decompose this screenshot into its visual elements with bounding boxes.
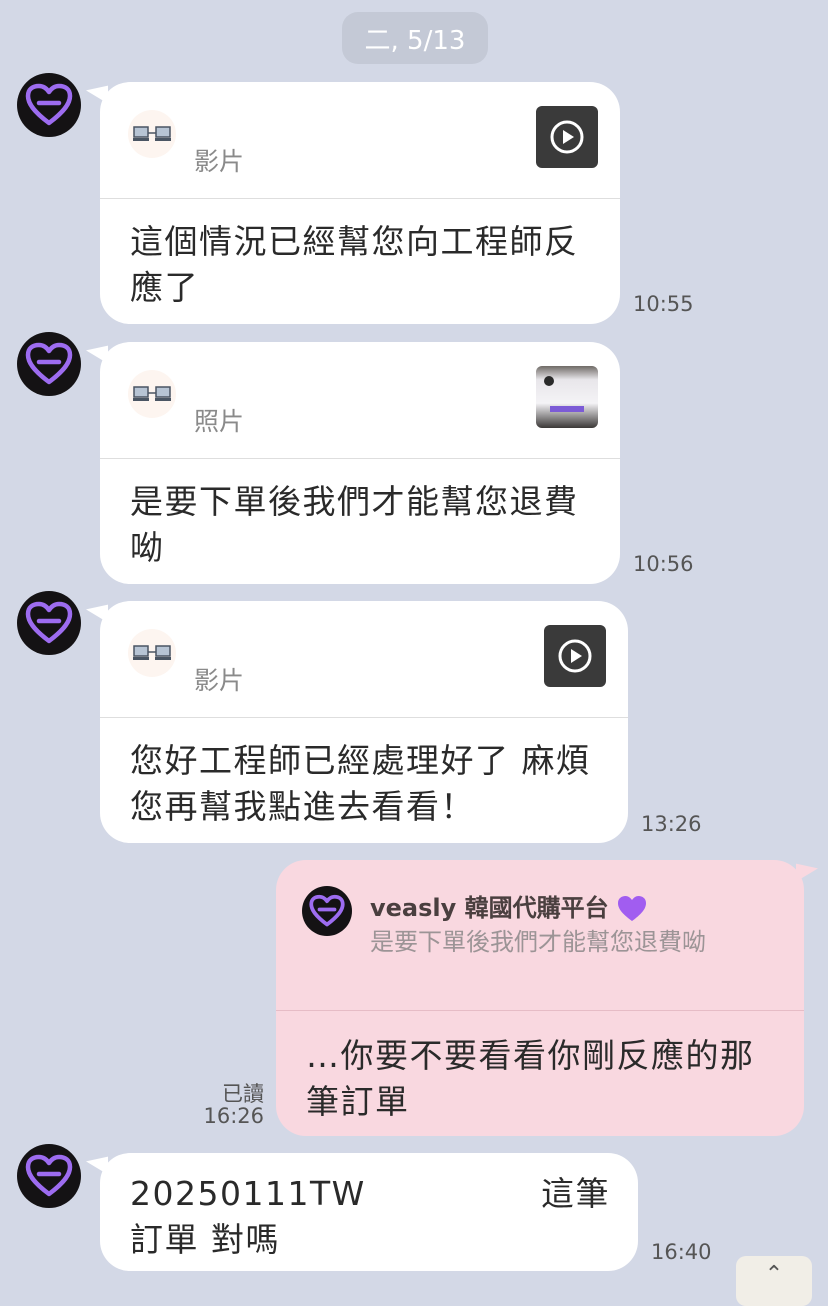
chevron-up-icon: ⌃ [764,1262,784,1287]
quote-label: 影片 [194,147,245,176]
purple-heart-icon [25,83,73,126]
computer-link-icon [128,629,176,677]
reply-quote[interactable]: veasly 韓國代購平台 是要下單後我們才能幫您退費呦 [276,860,804,1011]
date-separator: 二, 5/13 [342,12,488,64]
play-icon [550,120,584,154]
reply-avatar [302,886,352,936]
message-line: 您再幫我點進去看看！ [130,787,475,826]
purple-heart-icon [25,342,73,385]
message-bubble[interactable]: 影片 您好工程師已經處理好了 麻煩 您再幫我點進去看看！ [100,601,628,843]
video-thumbnail[interactable] [536,106,598,168]
message-line: 是要下單後我們才能幫您退費 [130,482,579,521]
sender-avatar[interactable] [17,1144,81,1208]
play-icon [558,639,592,673]
message-line: 筆訂單 [306,1082,410,1121]
purple-heart-icon [25,601,73,644]
message-time: 13:26 [641,812,702,836]
message-time: 10:55 [633,292,694,316]
computer-link-icon [128,370,176,418]
message-text: 您好工程師已經處理好了 麻煩 您再幫我點進去看看！ [100,718,628,830]
message-time: 16:26 [203,1104,264,1128]
video-thumbnail[interactable] [544,625,606,687]
message-time: 16:40 [651,1240,712,1264]
quote-label: 影片 [194,666,245,695]
message-line: …你要不要看看你剛反應的那 [306,1036,755,1075]
quote-label: 照片 [194,407,245,436]
message-bubble[interactable]: 20250111TW 這筆 訂單 對嗎 [100,1153,638,1271]
reply-sender-name-text: veasly 韓國代購平台 [370,894,609,922]
message-text: 是要下單後我們才能幫您退費 呦 [100,459,620,571]
message-text: …你要不要看看你剛反應的那 筆訂單 [276,1011,804,1125]
message-line: 這個情況已經幫您向工程師反 [130,222,579,261]
message-line: 20250111TW 這筆 [130,1171,610,1217]
message-line: 呦 [130,528,165,567]
message-text: 20250111TW 這筆 訂單 對嗎 [100,1153,638,1263]
sender-avatar[interactable] [17,591,81,655]
quoted-attachment[interactable]: 照片 [100,342,620,459]
reply-quoted-text: 是要下單後我們才能幫您退費呦 [370,928,706,956]
message-line-end: 這筆 [541,1174,610,1213]
purple-heart-emoji-icon [618,896,646,921]
purple-heart-icon [25,1154,73,1197]
sender-avatar[interactable] [17,332,81,396]
message-text: 這個情況已經幫您向工程師反 應了 [100,199,620,311]
message-line: 您好工程師已經處理好了 麻煩 [130,741,591,780]
computer-link-icon [128,110,176,158]
message-bubble[interactable]: 照片 是要下單後我們才能幫您退費 呦 [100,342,620,584]
photo-thumbnail[interactable] [536,366,598,428]
purple-heart-icon [309,894,345,927]
quoted-attachment[interactable]: 影片 [100,82,620,199]
message-line: 訂單 對嗎 [130,1220,280,1259]
order-number: 20250111TW [130,1174,366,1213]
message-line: 應了 [130,268,199,307]
quoted-attachment[interactable]: 影片 [100,601,628,718]
outgoing-message-bubble[interactable]: veasly 韓國代購平台 是要下單後我們才能幫您退費呦 …你要不要看看你剛反應… [276,860,804,1136]
reply-sender-name: veasly 韓國代購平台 [370,888,647,923]
scroll-to-bottom-button[interactable]: ⌃ [736,1256,812,1306]
sender-avatar[interactable] [17,73,81,137]
message-bubble[interactable]: 影片 這個情況已經幫您向工程師反 應了 [100,82,620,324]
message-time: 10:56 [633,552,694,576]
